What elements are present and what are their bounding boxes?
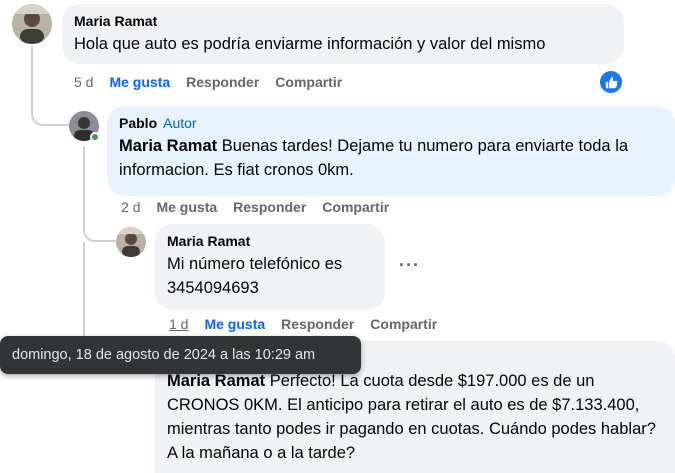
comment-author[interactable]: Maria Ramat [167, 232, 373, 250]
comment-time[interactable]: 1 d [169, 316, 188, 332]
comment-text: Mi número telefónico es 3454094693 [167, 255, 343, 297]
comment-author: Pablo Autor [119, 114, 663, 132]
mention-link[interactable]: Maria Ramat [119, 137, 217, 155]
online-status-icon [90, 132, 100, 142]
mention-link[interactable]: Maria Ramat [167, 372, 265, 390]
author-name[interactable]: Pablo [119, 115, 157, 131]
like-reaction-icon[interactable] [600, 71, 622, 93]
like-button[interactable]: Me gusta [204, 316, 265, 332]
comment-text: Maria Ramat Buenas tardes! Dejame tu num… [119, 134, 663, 182]
comment-time[interactable]: 2 d [121, 199, 140, 215]
comment-bubble: Maria Ramat Mi número telefónico es 3454… [155, 224, 385, 310]
avatar[interactable] [12, 4, 52, 44]
comment-author[interactable]: Maria Ramat [74, 12, 612, 30]
comment-actions: 2 d Me gusta Responder Compartir [121, 199, 389, 215]
comment-time[interactable]: 5 d [74, 74, 93, 90]
like-button[interactable]: Me gusta [109, 74, 170, 90]
more-options-icon[interactable]: ··· [399, 255, 420, 276]
share-button[interactable]: Compartir [322, 199, 389, 215]
share-button[interactable]: Compartir [275, 74, 342, 90]
comment-text: Maria Ramat Perfecto! La cuota desde $19… [167, 369, 663, 465]
share-button[interactable]: Compartir [370, 316, 437, 332]
reply-button[interactable]: Responder [233, 199, 306, 215]
comment-actions: 5 d Me gusta Responder Compartir [74, 74, 342, 90]
comment-text: Hola que auto es podría enviarme informa… [74, 35, 546, 53]
comment-actions: 1 d Me gusta Responder Compartir [169, 316, 437, 332]
comment-bubble: Maria Ramat Hola que auto es podría envi… [62, 4, 624, 64]
reply-button[interactable]: Responder [186, 74, 259, 90]
avatar[interactable] [116, 227, 146, 257]
comment-bubble: Pablo Autor Maria Ramat Buenas tardes! De… [107, 106, 675, 196]
timestamp-tooltip: domingo, 18 de agosto de 2024 a las 10:2… [0, 336, 361, 374]
reply-button[interactable]: Responder [281, 316, 354, 332]
like-button[interactable]: Me gusta [156, 199, 217, 215]
author-badge: Autor [163, 115, 197, 131]
